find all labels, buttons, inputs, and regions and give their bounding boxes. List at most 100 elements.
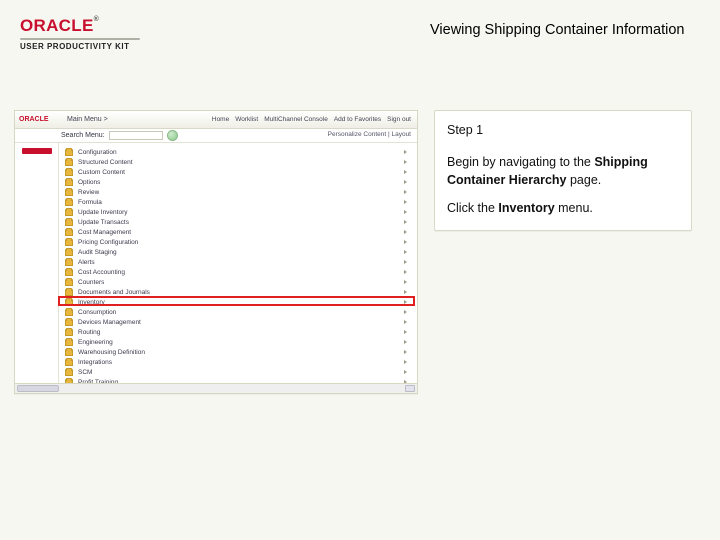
breadcrumb[interactable]: Main Menu > — [63, 116, 108, 123]
search-label: Search Menu: — [61, 132, 105, 139]
menu-item[interactable]: SCM — [65, 367, 417, 377]
chevron-right-icon — [404, 310, 407, 314]
folder-icon — [65, 169, 73, 176]
menu-item-label: Cost Accounting — [78, 269, 125, 276]
folder-icon — [65, 219, 73, 226]
menu-item-inventory[interactable]: Inventory — [65, 297, 417, 307]
folder-icon — [65, 159, 73, 166]
menu-item-label: Review — [78, 189, 99, 196]
menu-item[interactable]: Cost Management — [65, 227, 417, 237]
embedded-top-bar: ORACLE Main Menu > Home Worklist MultiCh… — [15, 111, 417, 129]
chevron-right-icon — [404, 220, 407, 224]
main-menu-panel: Configuration Structured Content Custom Co… — [59, 143, 417, 383]
embedded-body: Configuration Structured Content Custom Co… — [15, 143, 417, 383]
chevron-right-icon — [404, 150, 407, 154]
menu-item[interactable]: Update Transacts — [65, 217, 417, 227]
menu-item-label: Routing — [78, 329, 100, 336]
menu-item[interactable]: Formula — [65, 197, 417, 207]
chevron-right-icon — [404, 270, 407, 274]
menu-item[interactable]: Audit Staging — [65, 247, 417, 257]
menu-item-label: Engineering — [78, 339, 113, 346]
embedded-sub-bar: Search Menu: Personalize Content | Layou… — [15, 129, 417, 143]
folder-icon — [65, 319, 73, 326]
chevron-right-icon — [404, 340, 407, 344]
menu-item-label: Formula — [78, 199, 102, 206]
menu-item[interactable]: Devices Management — [65, 317, 417, 327]
menu-item[interactable]: Configuration — [65, 147, 417, 157]
chevron-right-icon — [404, 320, 407, 324]
folder-icon — [65, 339, 73, 346]
menu-item[interactable]: Update Inventory — [65, 207, 417, 217]
chevron-right-icon — [404, 210, 407, 214]
nav-link-favorites[interactable]: Add to Favorites — [334, 116, 381, 123]
folder-icon — [65, 309, 73, 316]
page-title: Viewing Shipping Container Information — [430, 22, 690, 38]
chevron-right-icon — [404, 300, 407, 304]
nav-link-multichannel[interactable]: MultiChannel Console — [264, 116, 328, 123]
nav-link-home[interactable]: Home — [212, 116, 229, 123]
top-nav-links: Home Worklist MultiChannel Console Add t… — [212, 116, 417, 123]
chevron-right-icon — [404, 180, 407, 184]
scrollbar-right-arrow-icon[interactable] — [405, 385, 415, 392]
menu-item-label: Structured Content — [78, 159, 133, 166]
menu-item[interactable]: Routing — [65, 327, 417, 337]
menu-item[interactable]: Pricing Configuration — [65, 237, 417, 247]
nav-link-signout[interactable]: Sign out — [387, 116, 411, 123]
menu-item-label: Inventory — [78, 299, 105, 306]
chevron-right-icon — [404, 290, 407, 294]
nav-link-worklist[interactable]: Worklist — [235, 116, 258, 123]
menu-item[interactable]: Cost Accounting — [65, 267, 417, 277]
folder-icon — [65, 269, 73, 276]
search-go-button[interactable] — [167, 130, 178, 141]
folder-icon — [65, 289, 73, 296]
brand-block: ORACLE® USER PRODUCTIVITY KIT — [20, 16, 180, 51]
step-label: Step 1 — [447, 121, 679, 139]
search-input[interactable] — [109, 131, 163, 140]
brand-separator — [20, 38, 140, 40]
menu-item-label: Custom Content — [78, 169, 125, 176]
folder-icon — [65, 249, 73, 256]
menu-item[interactable]: Review — [65, 187, 417, 197]
menu-item-label: Documents and Journals — [78, 289, 150, 296]
folder-icon — [65, 189, 73, 196]
brand-subtitle: USER PRODUCTIVITY KIT — [20, 42, 180, 51]
brand-logo: ORACLE® — [20, 16, 180, 36]
mini-oracle-icon — [22, 148, 52, 154]
menu-item-label: Warehousing Definition — [78, 349, 145, 356]
menu-item[interactable]: Consumption — [65, 307, 417, 317]
menu-item[interactable]: Custom Content — [65, 167, 417, 177]
menu-item[interactable]: Integrations — [65, 357, 417, 367]
folder-icon — [65, 149, 73, 156]
chevron-right-icon — [404, 200, 407, 204]
folder-icon — [65, 359, 73, 366]
instruction-strong: Inventory — [498, 201, 554, 215]
menu-item[interactable]: Documents and Journals — [65, 287, 417, 297]
folder-icon — [65, 329, 73, 336]
folder-icon — [65, 349, 73, 356]
menu-item-label: Counters — [78, 279, 104, 286]
menu-item[interactable]: Structured Content — [65, 157, 417, 167]
menu-item[interactable]: Alerts — [65, 257, 417, 267]
menu-item-label: SCM — [78, 369, 92, 376]
scrollbar-thumb[interactable] — [17, 385, 59, 392]
chevron-right-icon — [404, 230, 407, 234]
chevron-right-icon — [404, 350, 407, 354]
instruction-text: menu. — [555, 201, 593, 215]
menu-item[interactable]: Engineering — [65, 337, 417, 347]
chevron-right-icon — [404, 280, 407, 284]
menu-item[interactable]: Warehousing Definition — [65, 347, 417, 357]
menu-item-label: Audit Staging — [78, 249, 117, 256]
menu-item-label: Update Transacts — [78, 219, 129, 226]
personalize-link[interactable]: Personalize Content | Layout — [328, 131, 411, 138]
menu-item-label: Update Inventory — [78, 209, 128, 216]
menu-item[interactable]: Options — [65, 177, 417, 187]
main-menu-list: Configuration Structured Content Custom Co… — [65, 147, 417, 383]
instruction-line-2: Click the Inventory menu. — [447, 199, 679, 217]
menu-item-label: Alerts — [78, 259, 95, 266]
horizontal-scrollbar[interactable] — [15, 383, 417, 393]
folder-icon — [65, 299, 73, 306]
menu-search-row: Search Menu: — [61, 130, 178, 141]
folder-icon — [65, 239, 73, 246]
chevron-right-icon — [404, 370, 407, 374]
menu-item[interactable]: Counters — [65, 277, 417, 287]
